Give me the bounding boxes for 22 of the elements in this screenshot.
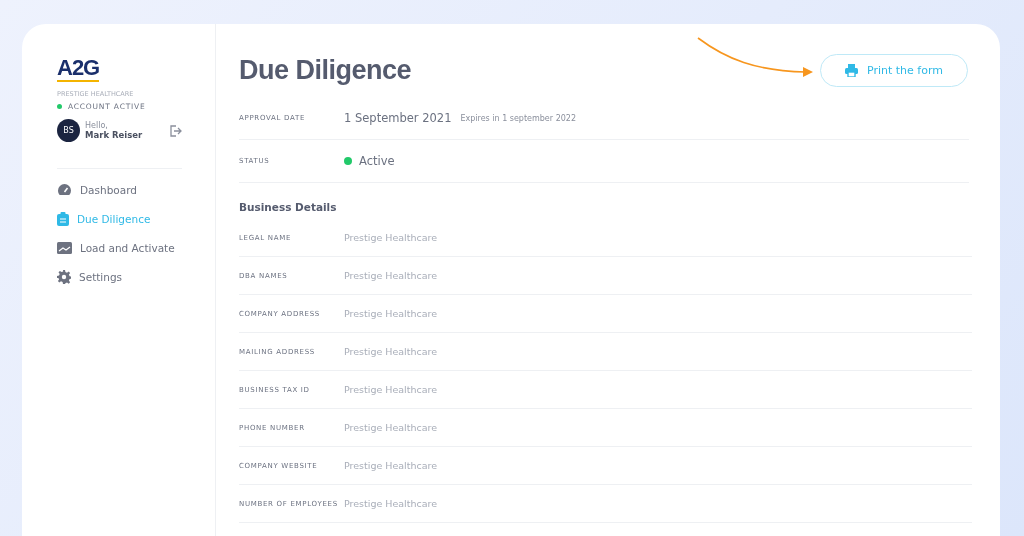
clipboard-icon: [57, 212, 69, 226]
expiry-note: Expires in 1 september 2022: [460, 113, 576, 123]
logo: A2G: [57, 56, 100, 82]
gauge-icon: [57, 183, 72, 196]
nav-item[interactable]: Dashboard: [57, 183, 137, 196]
field-value: Prestige Healthcare: [344, 460, 438, 471]
nav-item[interactable]: Settings: [57, 270, 123, 284]
greeting: Hello,: [85, 121, 109, 130]
printer-icon: [845, 64, 858, 77]
section-heading: Business Details: [239, 200, 338, 215]
page-title: Due Diligence: [239, 55, 412, 86]
avatar: BS: [57, 119, 80, 142]
card-icon: [57, 242, 72, 254]
field-value: Prestige Healthcare: [344, 422, 438, 433]
field-value: Prestige Healthcare: [344, 498, 438, 509]
settings-icon: [57, 270, 71, 284]
status-value: Active: [359, 154, 395, 168]
user-name: Mark Reiser: [85, 130, 144, 140]
approval-date: 1 September 2021: [344, 111, 452, 125]
field-value: Prestige Healthcare: [344, 384, 438, 395]
nav-item[interactable]: Load and Activate: [57, 242, 175, 254]
logout-icon[interactable]: [169, 124, 182, 137]
